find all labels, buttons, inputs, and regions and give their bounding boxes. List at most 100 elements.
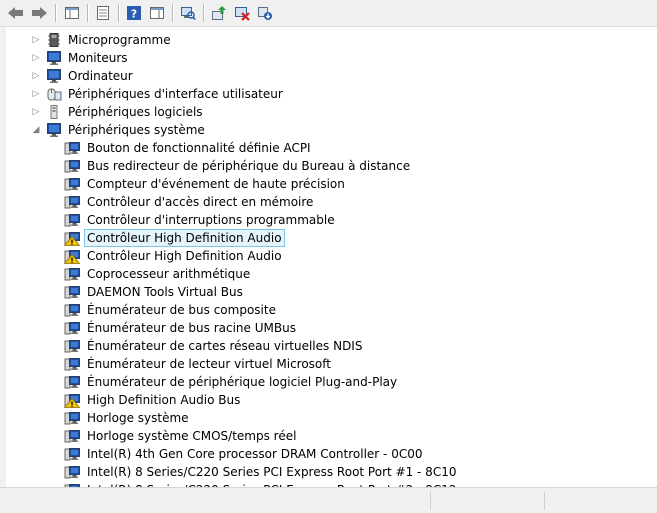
system-device-item[interactable]: Horloge système bbox=[64, 409, 192, 427]
uninstall-device-button[interactable] bbox=[232, 3, 252, 23]
system-child-icon bbox=[64, 358, 80, 371]
status-pane-main bbox=[0, 492, 431, 510]
system-device-label: Contrôleur High Definition Audio bbox=[84, 229, 285, 247]
status-bar bbox=[0, 487, 657, 513]
tree-category-label: Périphériques d'interface utilisateur bbox=[68, 87, 283, 101]
computer-icon bbox=[47, 69, 61, 83]
system-device-label: Intel(R) 8 Series/C220 Series PCI Expres… bbox=[87, 465, 457, 479]
tree-category-5[interactable]: ▷ Périphériques logiciels bbox=[32, 103, 206, 121]
toolbar-separator bbox=[87, 4, 88, 22]
system-device-item[interactable]: Énumérateur de périphérique logiciel Plu… bbox=[64, 373, 400, 391]
tree-category-3[interactable]: ▷ Ordinateur bbox=[32, 67, 136, 85]
scan-hardware-icon bbox=[181, 7, 196, 21]
forward-arrow-icon bbox=[32, 7, 47, 19]
system-device-item[interactable]: Contrôleur High Definition Audio bbox=[64, 229, 285, 247]
toolbar-separator bbox=[55, 4, 56, 22]
tree-category-label: Moniteurs bbox=[68, 51, 128, 65]
system-device-item[interactable]: Énumérateur de lecteur virtuel Microsoft bbox=[64, 355, 334, 373]
expand-arrow-icon[interactable]: ▷ bbox=[32, 89, 40, 99]
tree-category-6[interactable]: ◢ Périphériques système bbox=[32, 121, 208, 139]
tree-category-4[interactable]: ▷ Périphériques d'interface utilisateur bbox=[32, 85, 286, 103]
properties-button[interactable] bbox=[93, 3, 113, 23]
system-child-icon bbox=[64, 214, 80, 227]
system-device-item[interactable]: Énumérateur de bus racine UMBus bbox=[64, 319, 299, 337]
system-child-icon bbox=[64, 376, 80, 389]
system-device-icon bbox=[47, 123, 61, 137]
expand-arrow-icon[interactable]: ▷ bbox=[32, 35, 40, 45]
software-device-icon bbox=[50, 105, 58, 119]
system-device-label: Énumérateur de bus composite bbox=[87, 303, 276, 317]
show-hide-console-tree-button[interactable] bbox=[62, 3, 82, 23]
tree-category-label: Ordinateur bbox=[68, 69, 133, 83]
device-tree[interactable]: ▷ Microprogramme ▷ Moniteurs ▷ Ordinateur ▷ Pér… bbox=[0, 27, 657, 487]
system-child-icon bbox=[64, 286, 80, 299]
properties-icon bbox=[97, 6, 109, 20]
system-device-label: Énumérateur de lecteur virtuel Microsoft bbox=[87, 357, 331, 371]
system-device-label: Horloge système CMOS/temps réel bbox=[87, 429, 297, 443]
system-device-item[interactable]: Horloge système CMOS/temps réel bbox=[64, 427, 299, 445]
forward-button[interactable] bbox=[29, 3, 49, 23]
tree-category-2[interactable]: ▷ Moniteurs bbox=[32, 49, 131, 67]
expand-arrow-icon[interactable]: ▷ bbox=[32, 53, 40, 63]
update-driver-icon bbox=[212, 6, 226, 20]
system-child-icon bbox=[64, 304, 80, 317]
tree-category-label: Microprogramme bbox=[68, 33, 171, 47]
show-action-pane-button[interactable] bbox=[147, 3, 167, 23]
expand-arrow-icon[interactable]: ▷ bbox=[32, 71, 40, 81]
update-driver-button[interactable] bbox=[209, 3, 229, 23]
help-icon: ? bbox=[127, 6, 141, 21]
tree-category-1[interactable]: ▷ Microprogramme bbox=[32, 31, 174, 49]
system-child-icon bbox=[64, 268, 80, 281]
toolbar-separator bbox=[172, 4, 173, 22]
system-device-item[interactable]: Énumérateur de cartes réseau virtuelles … bbox=[64, 337, 365, 355]
system-device-item[interactable]: DAEMON Tools Virtual Bus bbox=[64, 283, 246, 301]
back-arrow-icon bbox=[8, 7, 23, 19]
tree-category-label: Périphériques logiciels bbox=[68, 105, 203, 119]
system-device-label: Contrôleur d'accès direct en mémoire bbox=[87, 195, 314, 209]
help-button[interactable]: ? bbox=[124, 3, 144, 23]
scan-hardware-changes-button[interactable] bbox=[178, 3, 198, 23]
system-child-icon bbox=[64, 160, 80, 173]
system-device-item[interactable]: Contrôleur High Definition Audio bbox=[64, 247, 285, 265]
system-device-label: Compteur d'événement de haute précision bbox=[87, 177, 345, 191]
device-warning-icon bbox=[64, 250, 80, 264]
system-device-item[interactable]: Coprocesseur arithmétique bbox=[64, 265, 253, 283]
toolbar-separator bbox=[118, 4, 119, 22]
system-device-item[interactable]: Intel(R) 8 Series/C220 Series PCI Expres… bbox=[64, 463, 459, 481]
system-child-icon bbox=[64, 196, 80, 209]
collapse-arrow-icon[interactable]: ◢ bbox=[32, 125, 40, 135]
expand-arrow-icon[interactable]: ▷ bbox=[32, 107, 40, 117]
system-child-icon bbox=[64, 142, 80, 155]
system-device-label: Horloge système bbox=[87, 411, 189, 425]
back-button[interactable] bbox=[6, 3, 26, 23]
system-device-label: Contrôleur d'interruptions programmable bbox=[87, 213, 335, 227]
system-device-item[interactable]: Contrôleur d'accès direct en mémoire bbox=[64, 193, 316, 211]
system-device-label: Énumérateur de bus racine UMBus bbox=[87, 321, 296, 335]
install-legacy-hardware-button[interactable] bbox=[255, 3, 275, 23]
device-warning-icon bbox=[64, 232, 80, 246]
system-device-label: Énumérateur de cartes réseau virtuelles … bbox=[87, 339, 363, 353]
system-child-icon bbox=[64, 466, 80, 479]
uninstall-icon bbox=[235, 7, 250, 21]
system-device-item[interactable]: Intel(R) 4th Gen Core processor DRAM Con… bbox=[64, 445, 425, 463]
system-device-item[interactable]: Énumérateur de bus composite bbox=[64, 301, 279, 319]
system-child-icon bbox=[64, 322, 80, 335]
system-device-item[interactable]: Compteur d'événement de haute précision bbox=[64, 175, 348, 193]
system-device-label: Énumérateur de périphérique logiciel Plu… bbox=[87, 375, 398, 389]
monitor-icon bbox=[47, 51, 61, 65]
system-device-item[interactable]: Bus redirecteur de périphérique du Burea… bbox=[64, 157, 413, 175]
system-device-label: Bus redirecteur de périphérique du Burea… bbox=[87, 159, 411, 173]
status-pane-tertiary bbox=[546, 492, 654, 510]
tree-category-label: Périphériques système bbox=[68, 123, 205, 137]
system-child-icon bbox=[64, 340, 80, 353]
system-device-item[interactable]: Bouton de fonctionnalité définie ACPI bbox=[64, 139, 314, 157]
system-device-label: Bouton de fonctionnalité définie ACPI bbox=[87, 141, 311, 155]
system-device-label: High Definition Audio Bus bbox=[87, 393, 241, 407]
system-device-item[interactable]: High Definition Audio Bus bbox=[64, 391, 243, 409]
system-device-label: Contrôleur High Definition Audio bbox=[87, 249, 282, 263]
system-child-icon bbox=[64, 412, 80, 425]
hid-icon bbox=[47, 88, 62, 101]
system-device-item[interactable]: Contrôleur d'interruptions programmable bbox=[64, 211, 338, 229]
system-child-icon bbox=[64, 430, 80, 443]
system-child-icon bbox=[64, 178, 80, 191]
